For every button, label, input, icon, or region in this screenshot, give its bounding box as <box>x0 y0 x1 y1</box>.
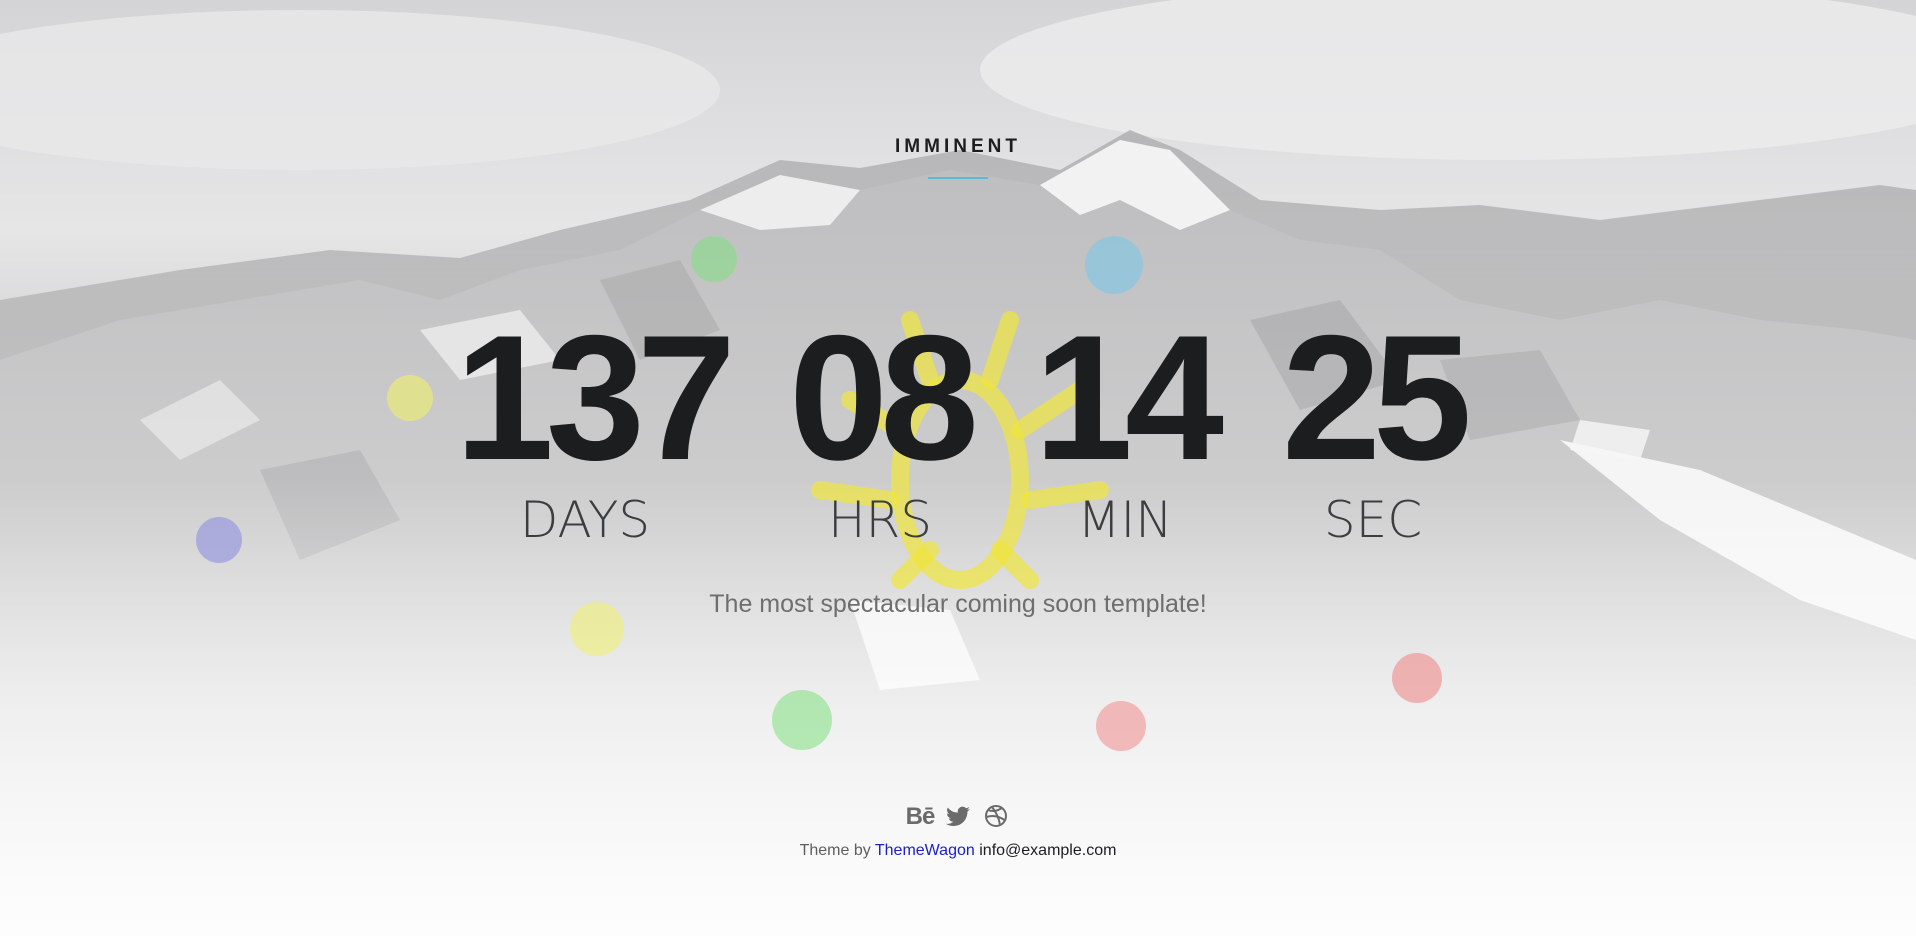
decor-bubble-red <box>1096 701 1146 751</box>
tagline: The most spectacular coming soon templat… <box>709 590 1207 618</box>
countdown-hours-value: 08 <box>789 298 979 497</box>
brand-title: IMMINENT <box>895 136 1021 157</box>
brand-underline <box>928 177 988 179</box>
dribbble-icon[interactable] <box>981 804 1011 830</box>
footer-credit-prefix: Theme by <box>799 842 871 859</box>
decor-bubble-purple <box>196 517 242 563</box>
decor-bubble-yellow <box>387 375 433 421</box>
countdown-seconds: 25 SEC <box>1268 298 1478 549</box>
contact-email[interactable]: info@example.com <box>979 842 1116 859</box>
decor-bubble-blue <box>1085 236 1143 294</box>
decor-bubble-green <box>691 236 737 282</box>
twitter-icon[interactable] <box>943 804 973 830</box>
countdown-hours-label: HRS <box>827 491 933 549</box>
decor-bubble-green <box>772 690 832 750</box>
countdown-minutes-label: MIN <box>1077 491 1173 549</box>
behance-icon[interactable]: Bē <box>905 804 936 830</box>
countdown-seconds-label: SEC <box>1323 491 1423 549</box>
countdown-minutes-value: 14 <box>1034 298 1224 497</box>
countdown-minutes: 14 MIN <box>1020 298 1230 549</box>
countdown-days: 137 DAYS <box>455 298 736 549</box>
countdown-days-label: DAYS <box>519 491 651 549</box>
countdown-seconds-value: 25 <box>1282 298 1472 497</box>
footer: Theme by ThemeWagon info@example.com <box>0 842 1916 860</box>
countdown-hours: 08 HRS <box>775 298 985 549</box>
decor-bubble-red <box>1392 653 1442 703</box>
themewagon-link[interactable]: ThemeWagon <box>875 842 975 859</box>
countdown-days-value: 137 <box>455 298 736 497</box>
social-links: Bē <box>0 804 1916 830</box>
